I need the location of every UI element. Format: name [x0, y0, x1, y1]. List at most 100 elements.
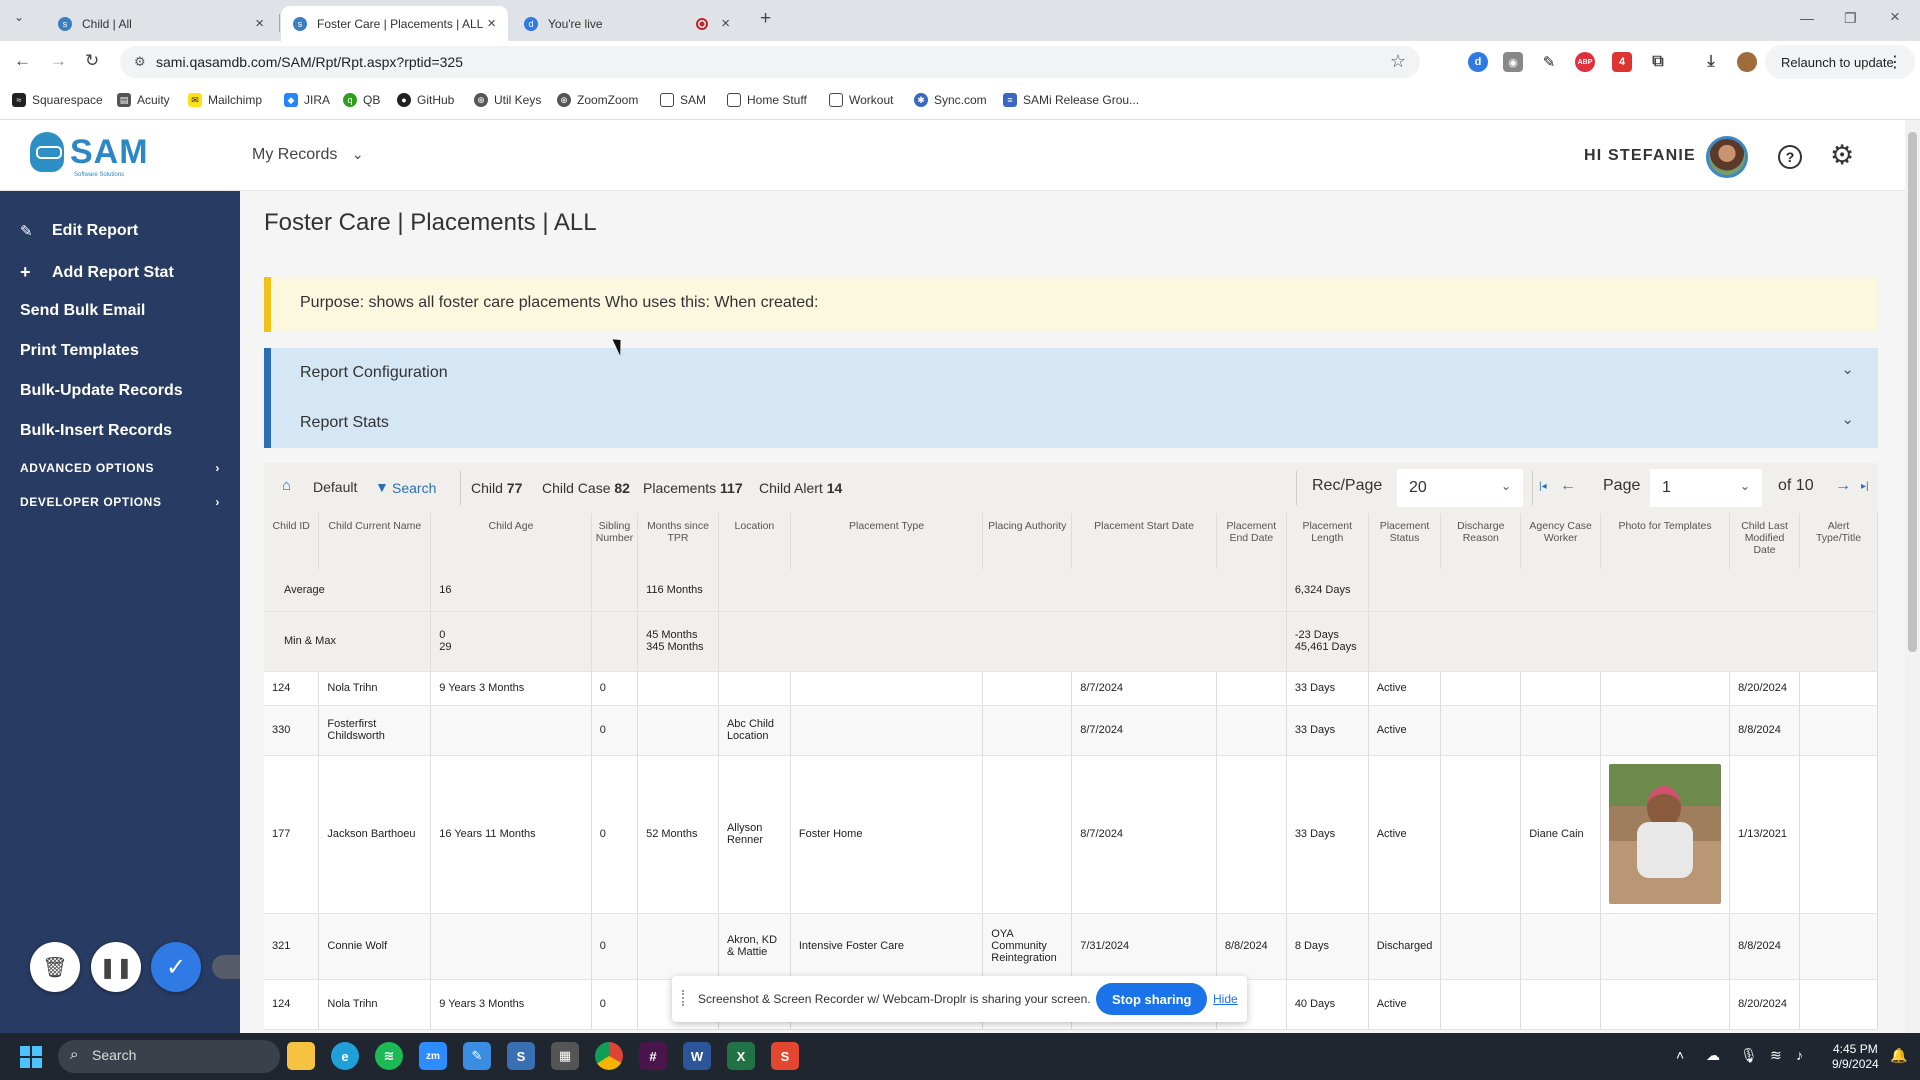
filter-icon[interactable]: ▼ — [375, 479, 389, 495]
close-window-icon[interactable]: × — [1890, 7, 1900, 27]
more-menu-icon[interactable]: ⋮ — [1887, 52, 1903, 72]
bookmark-github[interactable]: ● GitHub — [397, 93, 454, 107]
file-explorer-icon[interactable] — [287, 1042, 315, 1070]
vertical-scrollbar[interactable] — [1905, 120, 1920, 1033]
table-row[interactable]: 330 Fosterfirst Childsworth 0 Abc Child Loc… — [264, 705, 1878, 756]
page-select[interactable]: 1 ⌄ — [1650, 469, 1762, 507]
close-tab-icon[interactable]: × — [255, 15, 264, 32]
table-row[interactable]: 177 Jackson Barthoeu 16 Years 11 Months 0 52… — [264, 755, 1878, 914]
column-header[interactable]: Alert Type/Title — [1799, 513, 1878, 569]
excel-icon[interactable]: X — [727, 1042, 755, 1070]
paint-icon[interactable]: ✎ — [463, 1042, 491, 1070]
sidebar-item-send-bulk-email[interactable]: Send Bulk Email — [20, 302, 145, 320]
forward-icon[interactable]: → — [50, 51, 67, 71]
default-view-button[interactable]: Default — [313, 479, 357, 495]
sidebar-item-edit-report[interactable]: ✎ Edit Report — [20, 222, 138, 240]
site-info-icon[interactable]: ⚙ — [134, 54, 146, 70]
adblock-extension-icon[interactable]: ABP — [1575, 52, 1595, 72]
bookmark-sami-release[interactable]: ≡ SAMi Release Grou... — [1003, 93, 1139, 107]
column-header[interactable]: Placement Length — [1286, 513, 1369, 569]
child-alert-count[interactable]: Child Alert 14 — [759, 480, 842, 496]
windows-start-icon[interactable] — [20, 1046, 42, 1068]
column-header[interactable]: Placing Authority — [982, 513, 1073, 569]
tab-search-chevron-icon[interactable]: ⌄ — [14, 10, 24, 24]
table-row[interactable]: 321 Connie Wolf 0 Akron, KD & Mattie Intensi… — [264, 913, 1878, 980]
sam-logo[interactable]: SAM Software Solutions — [30, 132, 149, 178]
child-photo[interactable] — [1609, 764, 1722, 904]
profile-avatar-icon[interactable] — [1737, 52, 1757, 72]
bookmark-sam-folder[interactable]: SAM — [660, 93, 706, 107]
prev-page-icon[interactable]: ← — [1560, 477, 1576, 495]
column-header[interactable]: Location — [718, 513, 791, 569]
bookmark-sync[interactable]: ✱ Sync.com — [914, 93, 987, 107]
word-icon[interactable]: W — [683, 1042, 711, 1070]
taskbar-search-input[interactable]: ⌕ Search — [58, 1040, 280, 1073]
recorder-pause-button[interactable]: ❚❚ — [91, 942, 141, 992]
placements-count[interactable]: Placements 117 — [643, 480, 743, 496]
close-tab-icon[interactable]: × — [487, 15, 496, 32]
restore-icon[interactable]: ❐ — [1844, 10, 1857, 27]
report-stats-accordion[interactable]: Report Stats ⌄ — [264, 398, 1878, 448]
bookmark-qb[interactable]: q QB — [343, 93, 380, 107]
calendar-extension-icon[interactable]: 4 — [1612, 52, 1632, 72]
tab-foster-care-placements[interactable]: s Foster Care | Placements | ALL × — [281, 6, 508, 41]
column-header[interactable]: Placement Start Date — [1071, 513, 1217, 569]
url-input[interactable]: ⚙ sami.qasamdb.com/SAM/Rpt/Rpt.aspx?rpti… — [120, 46, 1420, 78]
screenshot-app-icon[interactable]: S — [771, 1042, 799, 1070]
download-icon[interactable]: ⤓ — [1701, 52, 1721, 72]
column-header[interactable]: Child Current Name — [318, 513, 432, 569]
back-icon[interactable]: ← — [14, 51, 31, 71]
onedrive-icon[interactable]: ☁ — [1706, 1047, 1720, 1064]
child-case-count[interactable]: Child Case 82 — [542, 480, 630, 496]
home-icon[interactable]: ⌂ — [282, 477, 291, 494]
bookmark-star-icon[interactable]: ☆ — [1390, 51, 1406, 72]
column-header[interactable]: Placement End Date — [1216, 513, 1287, 569]
camera-extension-icon[interactable]: ◉ — [1503, 52, 1523, 72]
column-header[interactable]: Child Age — [430, 513, 592, 569]
close-tab-icon[interactable]: × — [721, 15, 730, 32]
bookmark-mailchimp[interactable]: ✉ Mailchimp — [188, 93, 262, 107]
sidebar-item-bulk-insert[interactable]: Bulk-Insert Records — [20, 422, 172, 440]
bookmark-squarespace[interactable]: ≈ Squarespace — [12, 93, 103, 107]
taskbar-clock[interactable]: 4:45 PM 9/9/2024 — [1832, 1042, 1879, 1072]
sidebar-advanced-options[interactable]: ADVANCED OPTIONS › — [20, 461, 220, 475]
tab-youre-live[interactable]: d You're live × — [512, 6, 742, 41]
slack-icon[interactable]: # — [639, 1042, 667, 1070]
column-header[interactable]: Child Last Modified Date — [1729, 513, 1801, 569]
snagit-icon[interactable]: S — [507, 1042, 535, 1070]
bookmark-jira[interactable]: ◆ JIRA — [284, 93, 330, 107]
next-page-icon[interactable]: → — [1835, 477, 1851, 495]
drag-handle-icon[interactable] — [682, 990, 686, 1006]
column-header[interactable]: Placement Type — [790, 513, 984, 569]
sidebar-item-add-report-stat[interactable]: + Add Report Stat — [20, 262, 174, 283]
eyedropper-extension-icon[interactable]: ✎ — [1539, 52, 1559, 72]
chrome-icon[interactable] — [595, 1042, 623, 1070]
extensions-puzzle-icon[interactable]: ⧉ — [1648, 52, 1668, 72]
spotify-icon[interactable]: ≋ — [375, 1042, 403, 1070]
sidebar-developer-options[interactable]: DEVELOPER OPTIONS › — [20, 495, 220, 509]
child-count[interactable]: Child 77 — [471, 480, 522, 496]
column-header[interactable]: Agency Case Worker — [1520, 513, 1602, 569]
bookmark-home-stuff[interactable]: Home Stuff — [727, 93, 807, 107]
report-configuration-accordion[interactable]: Report Configuration ⌄ — [264, 348, 1878, 398]
edge-icon[interactable]: e — [331, 1042, 359, 1070]
last-page-icon[interactable]: ▸| — [1861, 481, 1869, 492]
wifi-icon[interactable]: ≋ — [1770, 1047, 1782, 1064]
sidebar-item-bulk-update[interactable]: Bulk-Update Records — [20, 382, 183, 400]
droplr-extension-icon[interactable]: d — [1468, 52, 1488, 72]
zoom-icon[interactable]: zm — [419, 1042, 447, 1070]
column-header[interactable]: Months since TPR — [637, 513, 719, 569]
scrollbar-thumb[interactable] — [1908, 132, 1917, 652]
notification-icon[interactable]: 🔔 — [1890, 1047, 1907, 1064]
chevron-up-icon[interactable]: ˄ — [1676, 1047, 1684, 1063]
hide-link[interactable]: Hide — [1213, 992, 1238, 1006]
table-row[interactable]: 124 Nola Trihn 9 Years 3 Months 0 8/7/2024 33… — [264, 671, 1878, 706]
relaunch-button[interactable]: Relaunch to update ⋮ — [1765, 45, 1915, 79]
bookmark-acuity[interactable]: ▤ Acuity — [117, 93, 170, 107]
help-icon[interactable]: ? — [1778, 145, 1802, 169]
column-header[interactable]: Discharge Reason — [1440, 513, 1522, 569]
calculator-icon[interactable]: ▦ — [551, 1042, 579, 1070]
user-avatar[interactable] — [1706, 136, 1748, 178]
bookmark-util-keys[interactable]: ⊕ Util Keys — [474, 93, 541, 107]
minimize-icon[interactable]: — — [1800, 10, 1814, 26]
